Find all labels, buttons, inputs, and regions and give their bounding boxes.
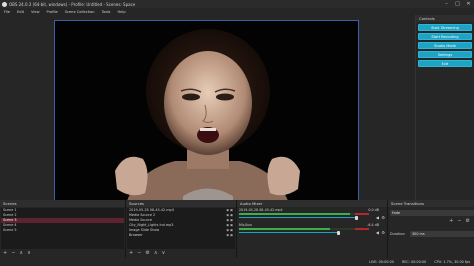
window-controls: – □ ✕	[441, 0, 474, 8]
scene-item[interactable]: Scene 5	[1, 228, 124, 233]
close-button[interactable]: ✕	[463, 0, 474, 8]
controls-dock-title: Controls	[416, 15, 474, 22]
audio-mixer-title: Audio Mixer	[237, 200, 387, 207]
preview-canvas[interactable]	[54, 20, 359, 206]
lock-icon[interactable]: ▣	[230, 233, 233, 238]
remove-icon[interactable]: −	[457, 218, 461, 225]
source-label: Media Source 2	[129, 213, 156, 217]
track-db: 0.0 dB	[368, 208, 379, 212]
volume-meter	[239, 228, 369, 230]
remove-icon[interactable]: −	[11, 250, 15, 257]
gear-icon[interactable]: ⚙	[381, 215, 385, 220]
eye-icon[interactable]: ◉	[226, 233, 229, 238]
move-up-icon[interactable]: ∧	[19, 250, 23, 257]
maximize-button[interactable]: □	[452, 0, 463, 8]
menu-view[interactable]: View	[31, 10, 40, 14]
move-down-icon[interactable]: ∨	[27, 250, 31, 257]
remove-icon[interactable]: −	[137, 250, 141, 257]
live-status: LIVE: 00:00:00	[369, 260, 394, 264]
source-label: Browser	[129, 233, 143, 237]
menu-tools[interactable]: Tools	[102, 10, 111, 14]
menu-edit[interactable]: Edit	[17, 10, 24, 14]
settings-button[interactable]: Settings	[418, 50, 472, 58]
volume-slider-handle[interactable]	[337, 230, 340, 235]
menu-help[interactable]: Help	[117, 10, 125, 14]
gear-icon[interactable]: ⚙	[466, 218, 470, 225]
add-icon[interactable]: +	[129, 250, 133, 257]
gear-icon[interactable]: ⚙	[381, 230, 385, 235]
scenes-list: Scene 1 Scene 2 Scene 3 Scene 4 Scene 5	[1, 208, 124, 249]
volume-meter-fill	[239, 228, 330, 230]
menu-profile[interactable]: Profile	[47, 10, 58, 14]
source-label: 2019-05-28 08-45-42.mp4	[129, 208, 174, 212]
track-name: 2019-05-28 08-45-42.mp4	[239, 208, 283, 212]
source-label: Image Slide Show	[129, 228, 160, 232]
track-db: -6.4 dB	[367, 223, 379, 227]
audio-mixer-dock: Audio Mixer 2019-05-28 08-45-42.mp4 0.0 …	[237, 200, 388, 258]
speaker-icon[interactable]: ◀	[376, 230, 379, 235]
title-bar: OBS 24.0.3 (64-bit, windows) - Profile: …	[0, 0, 474, 8]
sources-dock-title: Sources	[126, 200, 236, 207]
exit-button[interactable]: Exit	[418, 59, 472, 67]
move-down-icon[interactable]: ∨	[162, 250, 166, 257]
scenes-dock: Scenes Scene 1 Scene 2 Scene 3 Scene 4 S…	[0, 200, 126, 258]
add-icon[interactable]: +	[3, 250, 7, 257]
menu-file[interactable]: File	[4, 10, 10, 14]
source-item[interactable]: Browser ◉ ▣	[127, 233, 235, 238]
add-icon[interactable]: +	[449, 218, 453, 225]
speaker-icon[interactable]: ◀	[376, 215, 379, 220]
volume-meter	[239, 213, 369, 215]
minimize-button[interactable]: –	[441, 0, 452, 8]
volume-slider[interactable]	[239, 232, 339, 233]
scenes-toolbar: + − ∧ ∨	[1, 250, 124, 257]
obs-logo-icon	[2, 1, 7, 7]
menu-scene-collection[interactable]: Scene Collection	[65, 10, 95, 14]
status-bar: LIVE: 00:00:00 REC: 00:00:00 CPU: 1.7%, …	[0, 258, 474, 266]
gear-icon[interactable]: ⚙	[145, 250, 149, 257]
preview-image	[55, 21, 358, 205]
menu-bar: File Edit View Profile Scene Collection …	[0, 8, 474, 15]
sources-toolbar: + − ⚙ ∧ ∨	[127, 250, 235, 257]
start-streaming-button[interactable]: Start Streaming	[418, 23, 472, 31]
scene-transitions-title: Scene Transitions	[388, 200, 474, 207]
window-title: OBS 24.0.3 (64-bit, windows) - Profile: …	[9, 1, 136, 7]
source-label: City_Night_Lights Ind.mp3	[129, 223, 174, 227]
transition-toolbar: + − ⚙	[447, 218, 472, 225]
transition-select[interactable]: Fade	[390, 210, 474, 216]
rec-status: REC: 00:00:00	[401, 260, 427, 264]
scenes-dock-title: Scenes	[0, 200, 125, 207]
move-up-icon[interactable]: ∧	[154, 250, 158, 257]
cpu-status: CPU: 1.7%, 30.00 fps	[434, 260, 470, 264]
preview-area	[0, 15, 415, 206]
scene-transitions-dock: Scene Transitions Fade + − ⚙ Duration 30…	[388, 200, 474, 258]
mixer-track: Mic/Aux -6.4 dB ◀ ⚙	[239, 223, 385, 235]
volume-slider[interactable]	[239, 217, 357, 218]
sources-list: 2019-05-28 08-45-42.mp4 ◉ ▣ Media Source …	[127, 208, 235, 249]
track-name: Mic/Aux	[239, 223, 252, 227]
controls-dock: Controls Start Streaming Start Recording…	[415, 15, 474, 200]
duration-label: Duration	[390, 232, 405, 236]
volume-meter-fill	[239, 213, 350, 215]
bottom-docks: Scenes Scene 1 Scene 2 Scene 3 Scene 4 S…	[0, 200, 474, 258]
sources-dock: Sources 2019-05-28 08-45-42.mp4 ◉ ▣ Media…	[126, 200, 237, 258]
volume-slider-handle[interactable]	[355, 215, 358, 220]
source-label: Media Source	[129, 218, 152, 222]
start-recording-button[interactable]: Start Recording	[418, 32, 472, 40]
mixer-track: 2019-05-28 08-45-42.mp4 0.0 dB ◀ ⚙	[239, 208, 385, 220]
duration-input[interactable]: 300 ms	[410, 230, 474, 237]
studio-mode-button[interactable]: Studio Mode	[418, 41, 472, 49]
